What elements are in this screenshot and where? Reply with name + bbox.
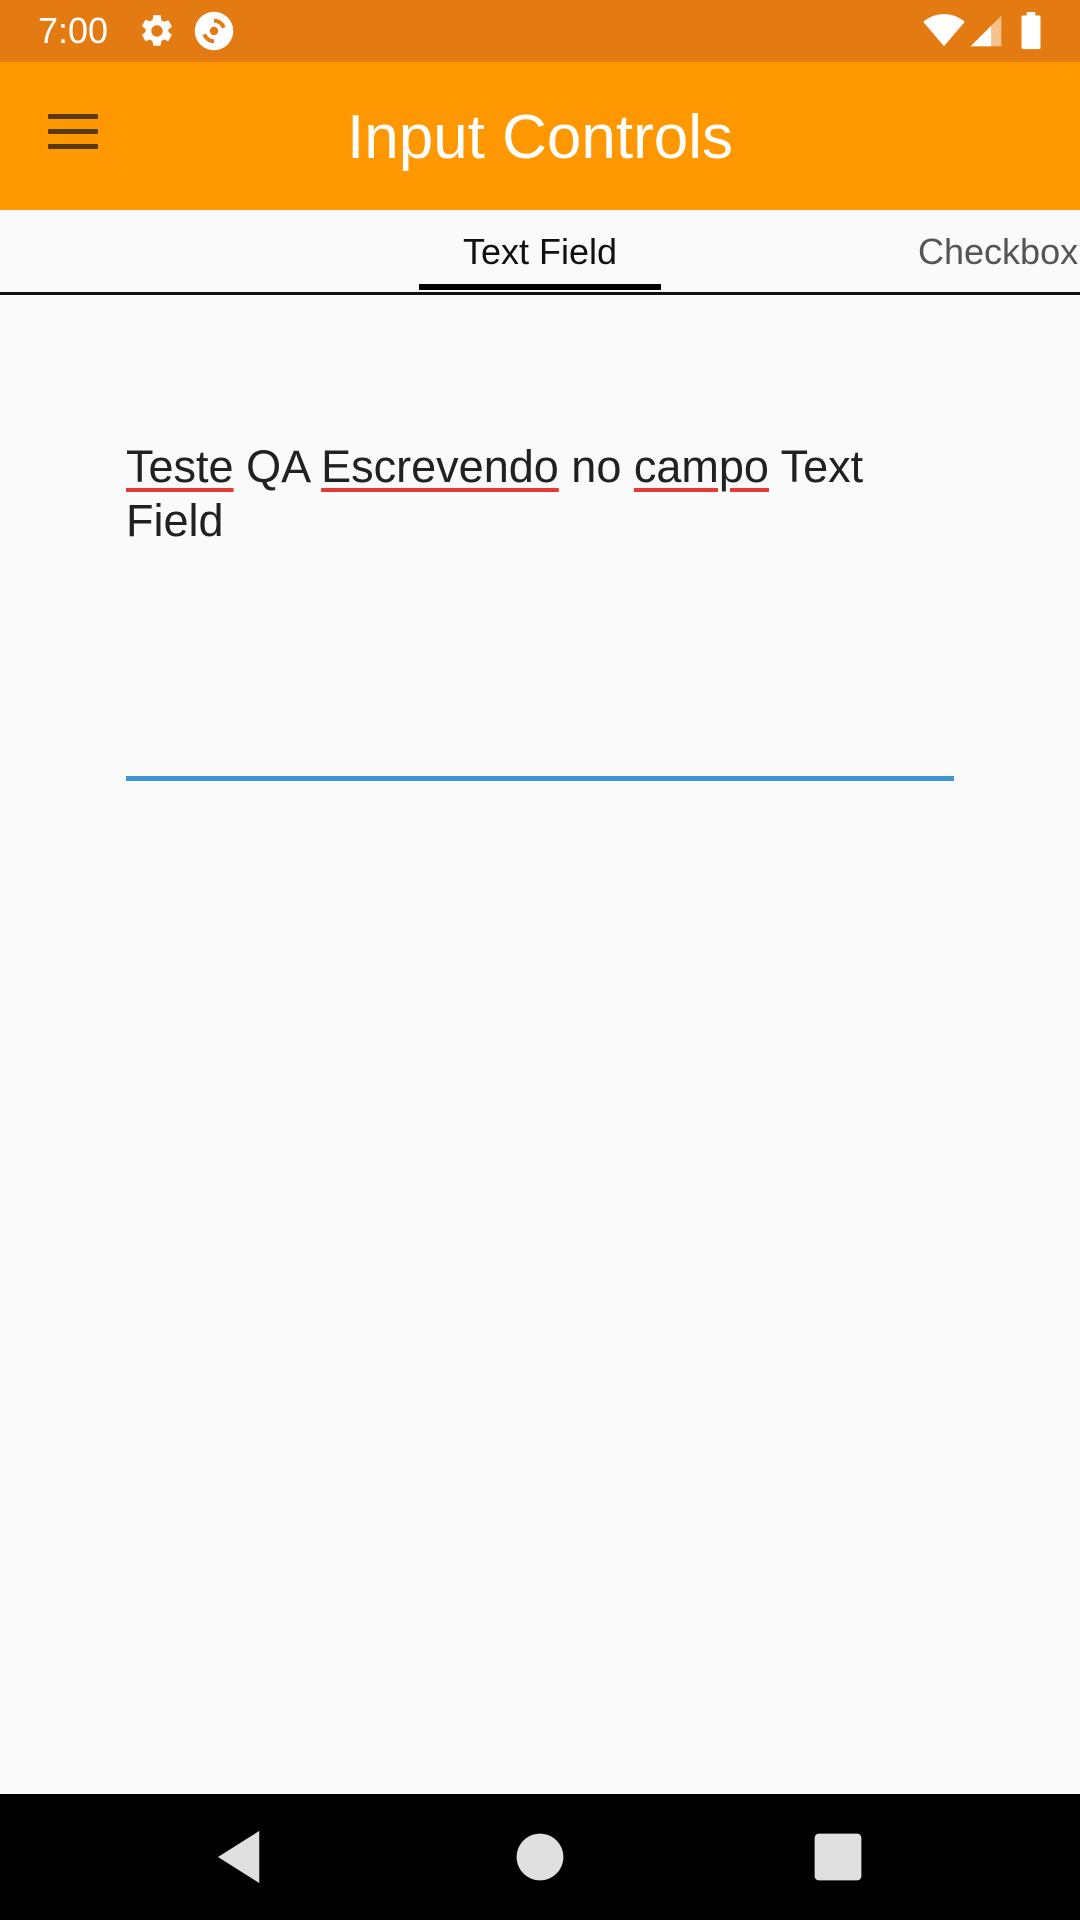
- text-word: QA: [246, 441, 309, 492]
- recents-icon[interactable]: [805, 1824, 871, 1890]
- tab-selected-indicator: [419, 284, 661, 290]
- tab-bar: Text Field Checkbox: [0, 210, 1080, 295]
- cell-signal-icon: [968, 14, 1004, 53]
- home-icon[interactable]: [507, 1824, 573, 1890]
- screen: 7:00 Input Controls Text Field Checkbox …: [0, 0, 1080, 1920]
- text-word: Field: [126, 495, 224, 546]
- app-title: Input Controls: [347, 103, 733, 172]
- text-word: Teste: [126, 441, 234, 492]
- status-time: 7:00: [38, 10, 109, 51]
- text-word: Escrevendo: [321, 441, 559, 492]
- back-icon[interactable]: [207, 1824, 273, 1890]
- status-bar: 7:00: [0, 0, 1080, 62]
- text-field-value: Teste QA Escrevendo no campo Text Field: [126, 440, 926, 548]
- text-word: Text: [780, 441, 864, 492]
- tab-text-field[interactable]: Text Field: [419, 230, 661, 274]
- sync-icon: [193, 10, 235, 57]
- wifi-icon: [922, 12, 966, 53]
- navigation-bar: [0, 1794, 1080, 1920]
- tab-checkbox[interactable]: Checkbox: [918, 230, 1078, 274]
- app-bar: Input Controls: [0, 62, 1080, 210]
- text-field-input[interactable]: Teste QA Escrevendo no campo Text Field: [126, 440, 954, 782]
- text-word: campo: [633, 441, 769, 492]
- text-word: no: [571, 441, 622, 492]
- battery-icon: [1020, 12, 1042, 55]
- text-field-underline: [126, 776, 954, 781]
- settings-icon: [138, 12, 176, 55]
